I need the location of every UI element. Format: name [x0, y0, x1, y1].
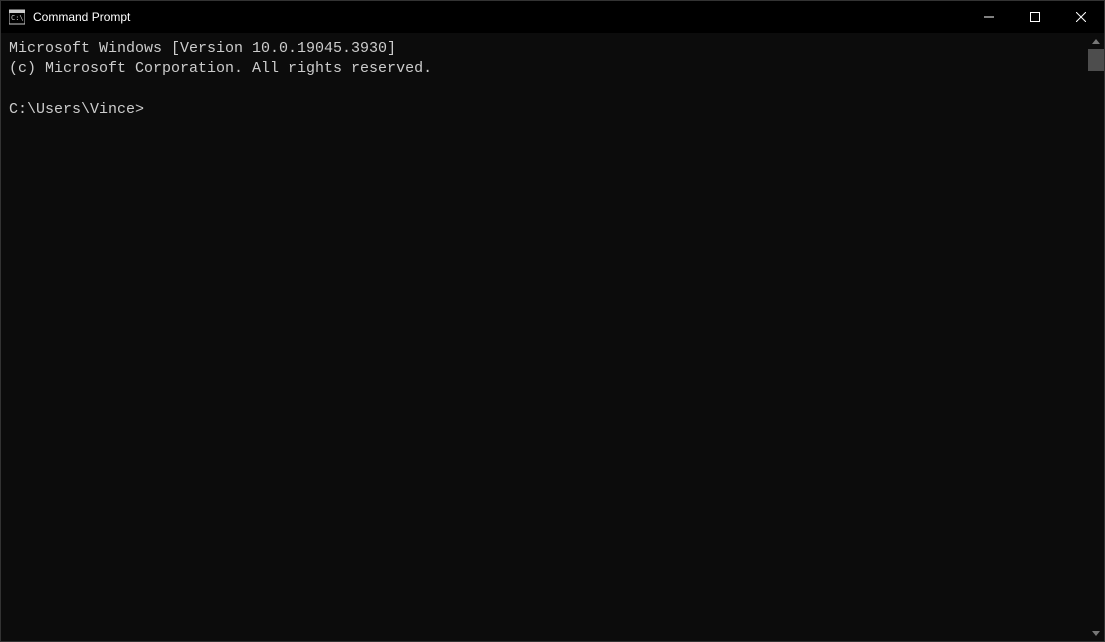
titlebar-left: C:\ Command Prompt — [1, 9, 130, 25]
terminal-input[interactable] — [144, 101, 334, 118]
svg-text:C:\: C:\ — [11, 14, 24, 22]
close-button[interactable] — [1058, 1, 1104, 33]
close-icon — [1076, 12, 1086, 22]
minimize-icon — [984, 12, 994, 22]
minimize-button[interactable] — [966, 1, 1012, 33]
terminal-prompt: C:\Users\Vince> — [9, 101, 144, 118]
vertical-scrollbar[interactable] — [1088, 33, 1104, 641]
window-titlebar: C:\ Command Prompt — [1, 1, 1104, 33]
scroll-down-arrow-icon[interactable] — [1088, 625, 1104, 641]
window-controls — [966, 1, 1104, 33]
scroll-thumb[interactable] — [1088, 49, 1104, 71]
maximize-button[interactable] — [1012, 1, 1058, 33]
terminal-content[interactable]: Microsoft Windows [Version 10.0.19045.39… — [1, 33, 1088, 641]
cmd-icon: C:\ — [9, 9, 25, 25]
maximize-icon — [1030, 12, 1040, 22]
scroll-up-arrow-icon[interactable] — [1088, 33, 1104, 49]
terminal-body: Microsoft Windows [Version 10.0.19045.39… — [1, 33, 1104, 641]
terminal-line-version: Microsoft Windows [Version 10.0.19045.39… — [9, 40, 396, 57]
window-title: Command Prompt — [33, 10, 130, 24]
terminal-line-copyright: (c) Microsoft Corporation. All rights re… — [9, 60, 432, 77]
